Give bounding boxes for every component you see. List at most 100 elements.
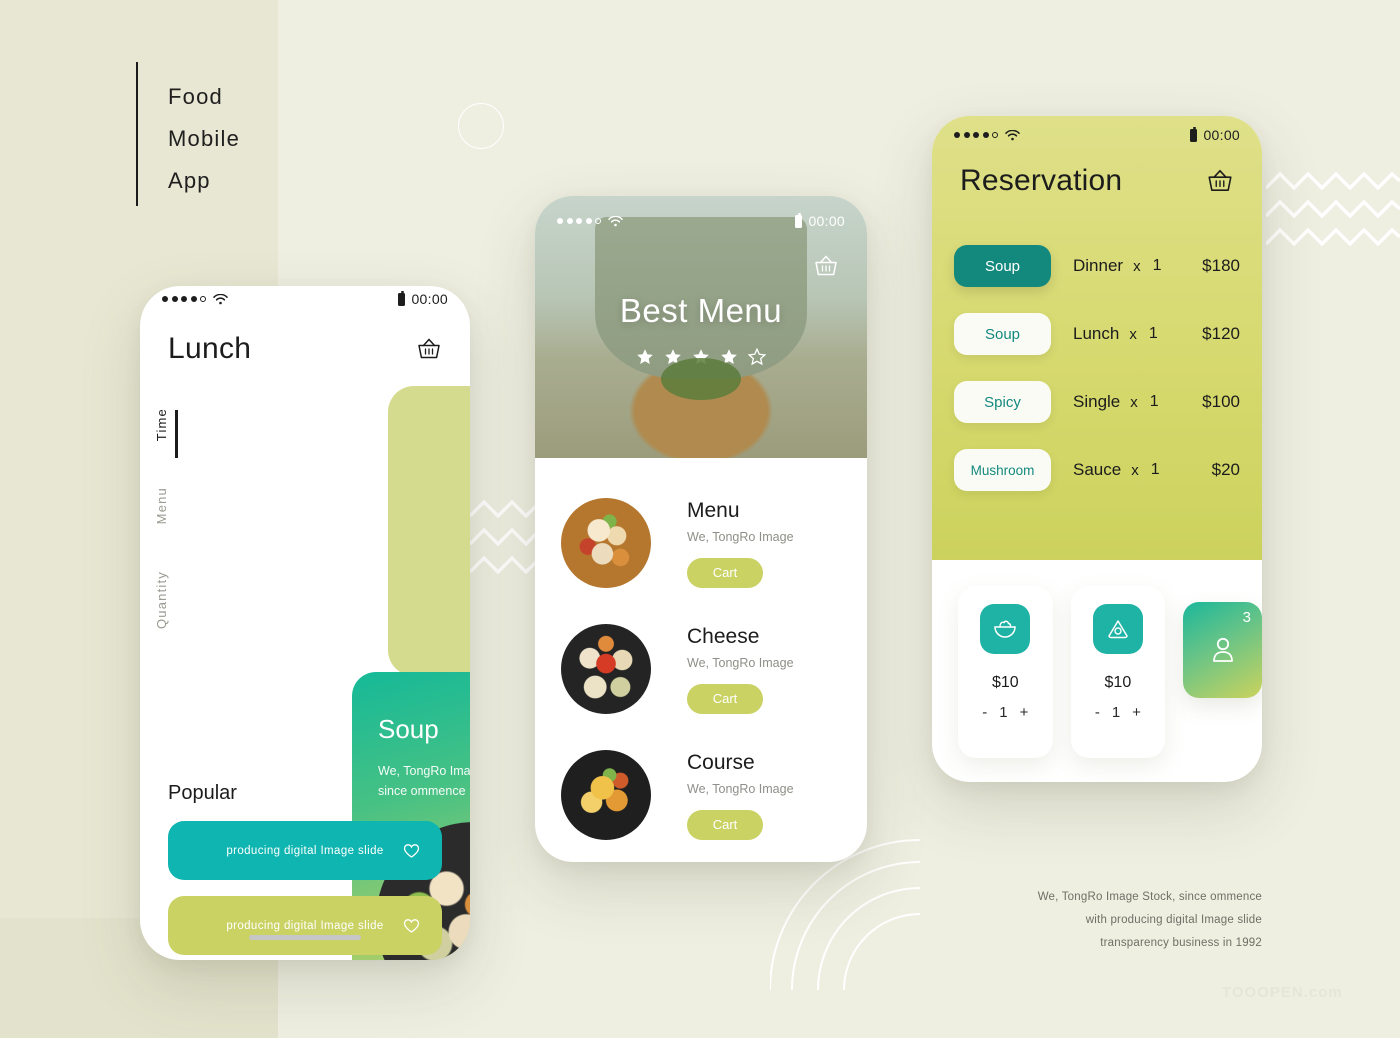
cart-button[interactable]: Cart — [687, 683, 763, 714]
popular-item-2[interactable]: producing digital Image slide — [168, 896, 442, 955]
decorative-circle — [458, 103, 504, 149]
menu-item-image — [561, 498, 651, 588]
featured-card-title: Soup — [378, 714, 439, 744]
battery-icon — [1190, 126, 1198, 142]
phone-screen-reservation: 00:00 Reservation Soup Dinner x 1 $180 S… — [932, 116, 1262, 782]
next-card-peek[interactable] — [388, 386, 470, 676]
phone1-header: Lunch — [140, 312, 470, 366]
popular-item-1-label: producing digital Image slide — [226, 844, 384, 857]
tab-time[interactable]: Time — [154, 408, 169, 441]
basket-icon[interactable] — [416, 337, 442, 361]
signal-dots-icon — [557, 218, 601, 224]
phone-screen-lunch: 00:00 Lunch Time Menu Quantity Soup We, … — [140, 286, 470, 960]
popular-heading: Popular — [168, 782, 237, 804]
heart-icon[interactable] — [403, 843, 420, 859]
cart-button[interactable]: Cart — [687, 809, 763, 840]
popular-item-2-label: producing digital Image slide — [226, 919, 384, 932]
battery-icon — [398, 290, 406, 306]
increase-button[interactable]: + — [1132, 704, 1141, 721]
reservation-tag[interactable]: Spicy — [954, 381, 1051, 423]
vertical-tabs: Time Menu Quantity — [154, 408, 169, 629]
quantity-stepper[interactable]: - 1 + — [982, 704, 1028, 721]
menu-item-image — [561, 624, 651, 714]
reservation-multiplier: x — [1133, 257, 1141, 275]
reservation-meal: Lunch — [1073, 324, 1120, 343]
footer-line-3: transparency business in 1992 — [1100, 937, 1262, 949]
battery-icon — [795, 212, 803, 228]
wifi-icon — [608, 215, 623, 226]
page-title: Food Mobile App — [168, 86, 240, 192]
reservation-multiplier: x — [1131, 461, 1139, 479]
rice-ball-icon — [1092, 604, 1143, 654]
reservation-tag-selected[interactable]: Soup — [954, 245, 1051, 287]
quantity-value: 1 — [999, 704, 1008, 721]
clock-time: 00:00 — [1203, 127, 1240, 143]
menu-list-item[interactable]: Menu We, TongRo Image Cart — [535, 480, 867, 606]
increase-button[interactable]: + — [1020, 704, 1029, 721]
menu-list-item[interactable]: Course We, TongRo Image Cart — [535, 732, 867, 858]
active-tab-indicator — [175, 410, 178, 458]
reservation-tag[interactable]: Soup — [954, 313, 1051, 355]
reservation-row[interactable]: Soup Dinner x 1 $180 — [954, 232, 1240, 300]
wifi-icon — [1005, 129, 1020, 140]
reservation-tag[interactable]: Mushroom — [954, 449, 1051, 491]
reservation-qty: 1 — [1148, 325, 1158, 342]
basket-icon[interactable] — [813, 254, 839, 278]
star-filled-icon — [637, 349, 653, 364]
decrease-button[interactable]: - — [1095, 704, 1100, 721]
menu-item-image — [561, 750, 651, 840]
reservation-list: Soup Dinner x 1 $180 Soup Lunch x 1 $120… — [932, 198, 1262, 504]
status-bar: 00:00 — [932, 116, 1262, 143]
reservation-qty: 1 — [1152, 257, 1162, 274]
star-filled-icon — [665, 349, 681, 364]
decrease-button[interactable]: - — [982, 704, 987, 721]
title-rule — [136, 62, 138, 206]
heart-icon[interactable] — [403, 918, 420, 934]
page-title-reservation: Reservation — [960, 164, 1123, 197]
title-line-2: Mobile — [168, 126, 241, 151]
quantity-stepper[interactable]: - 1 + — [1095, 704, 1141, 721]
title-line-1: Food — [168, 84, 223, 109]
popular-item-1[interactable]: producing digital Image slide — [168, 821, 442, 880]
star-filled-icon — [693, 349, 709, 364]
reservation-qty: 1 — [1149, 393, 1159, 410]
star-outline-icon — [748, 348, 766, 366]
reservation-row[interactable]: Spicy Single x 1 $100 — [954, 368, 1240, 436]
reservation-qty: 1 — [1150, 461, 1160, 478]
reservation-row[interactable]: Soup Lunch x 1 $120 — [954, 300, 1240, 368]
people-count-card[interactable]: 3 — [1183, 602, 1262, 698]
basket-icon[interactable] — [1206, 168, 1234, 194]
reservation-multiplier: x — [1129, 325, 1137, 343]
hero-image: 00:00 Best Menu — [535, 196, 867, 458]
clock-time: 00:00 — [411, 291, 448, 307]
reservation-meal: Single — [1073, 392, 1121, 411]
tab-quantity[interactable]: Quantity — [154, 571, 169, 629]
quantity-value: 1 — [1111, 704, 1121, 721]
cart-button[interactable]: Cart — [687, 557, 763, 588]
tab-menu[interactable]: Menu — [154, 487, 169, 524]
footer-line-2: with producing digital Image slide — [1085, 914, 1262, 926]
reservation-header: Reservation — [932, 142, 1262, 198]
status-bar: 00:00 — [140, 286, 470, 312]
reservation-price: $20 — [1211, 460, 1240, 479]
salad-bowl-icon — [980, 604, 1031, 654]
product-card[interactable]: $10 - 1 + — [958, 586, 1053, 758]
menu-item-subtitle: We, TongRo Image — [687, 781, 794, 796]
phone1-stage: Time Menu Quantity — [140, 366, 470, 718]
menu-item-subtitle: We, TongRo Image — [687, 655, 794, 670]
reservation-bottom-panel: $10 - 1 + $10 - 1 + 3 — [932, 560, 1262, 758]
rating-stars[interactable] — [535, 348, 867, 366]
person-icon — [1212, 637, 1233, 662]
page-title-lunch: Lunch — [168, 332, 252, 365]
reservation-price: $180 — [1202, 256, 1240, 275]
product-price: $10 — [1104, 674, 1132, 691]
menu-list-item[interactable]: Cheese We, TongRo Image Cart — [535, 606, 867, 732]
product-card[interactable]: $10 - 1 + — [1070, 586, 1166, 758]
reservation-row[interactable]: Mushroom Sauce x 1 $20 — [954, 436, 1240, 504]
menu-item-name: Course — [687, 750, 755, 774]
zigzag-decoration-right — [1266, 172, 1400, 247]
status-bar: 00:00 — [535, 208, 867, 234]
footer-line-1: We, TongRo Image Stock, since ommence — [1037, 891, 1262, 903]
signal-dots-icon — [162, 296, 206, 302]
title-line-3: App — [168, 168, 211, 193]
